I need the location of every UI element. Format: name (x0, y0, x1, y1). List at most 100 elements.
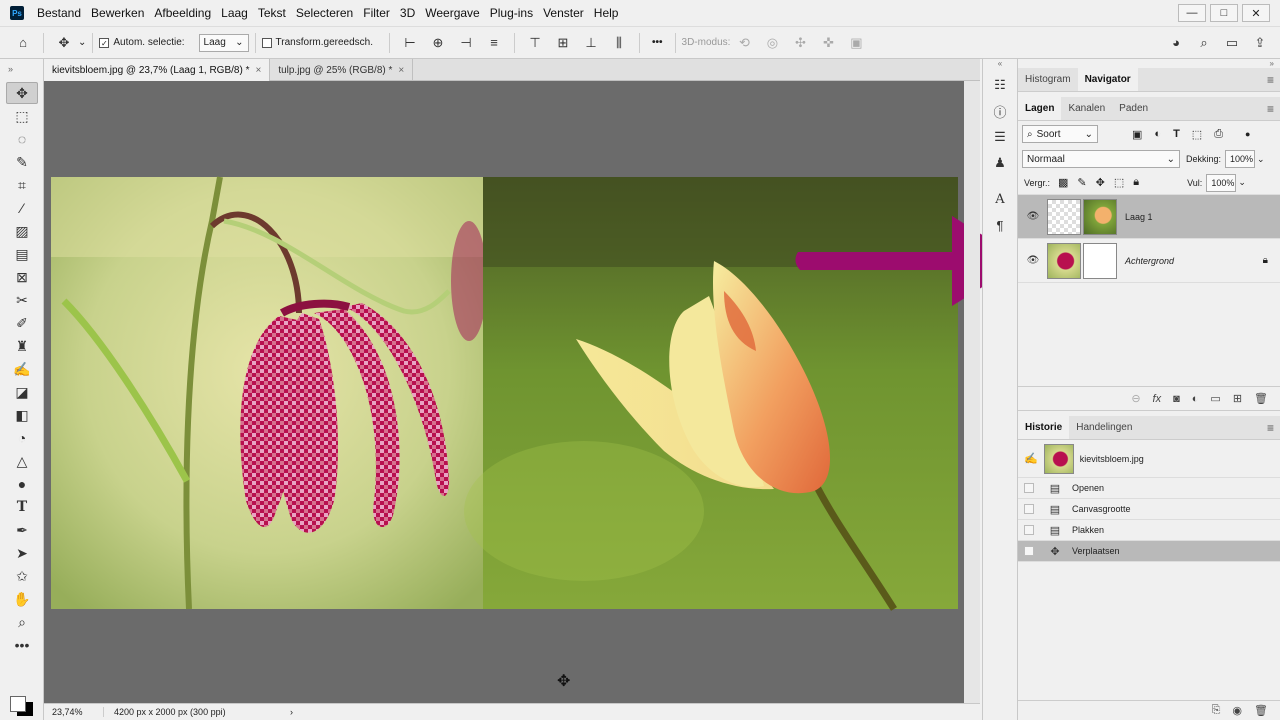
align-left-icon[interactable]: ⊢ (401, 34, 419, 52)
slice-tool-icon[interactable]: ✂ (6, 289, 38, 311)
layer-row-achtergrond[interactable]: 👁︎ Achtergrond 🔒︎ (1018, 239, 1280, 283)
auto-select-dropdown[interactable]: Laag ⌄ (198, 33, 249, 52)
menu-3d[interactable]: 3D (400, 6, 415, 20)
lock-all-icon[interactable]: 🔒︎ (1133, 176, 1139, 189)
tab-historie[interactable]: Historie (1018, 416, 1070, 439)
filter-image-icon[interactable]: ▣ (1132, 128, 1142, 141)
close-tab-icon[interactable]: × (398, 65, 404, 76)
tab-kievitsbloem[interactable]: kievitsbloem.jpg @ 23,7% (Laag 1, RGB/8)… (44, 59, 271, 81)
share-user-icon[interactable]: ◕ (1167, 34, 1185, 52)
maximize-button[interactable]: □ (1210, 4, 1238, 22)
history-state-verplaatsen[interactable]: ✥ Verplaatsen (1018, 541, 1280, 562)
panel-menu-icon[interactable]: ≡ (1267, 97, 1280, 120)
tab-tulp[interactable]: tulp.jpg @ 25% (RGB/8) * × (270, 59, 414, 81)
character-icon[interactable]: A (987, 187, 1013, 211)
collapse-icon[interactable]: » (0, 59, 43, 81)
quick-select-tool-icon[interactable]: ✎ (6, 151, 38, 173)
snapshot-camera-icon[interactable]: ◉ (1232, 704, 1242, 717)
filter-toggle-icon[interactable]: ● (1245, 129, 1250, 139)
paragraph-icon[interactable]: ¶ (987, 213, 1013, 237)
menu-selecteren[interactable]: Selecteren (296, 6, 353, 20)
minimize-button[interactable]: — (1178, 4, 1206, 22)
history-brush-source-icon[interactable]: ✍ (1024, 452, 1038, 465)
history-state-plakken[interactable]: ▤ Plakken (1018, 520, 1280, 541)
history-source-checkbox[interactable] (1024, 504, 1034, 514)
folder-icon[interactable]: ▭ (1210, 392, 1220, 405)
lasso-tool-icon[interactable]: ◌ (6, 128, 38, 150)
menu-filter[interactable]: Filter (363, 6, 390, 20)
filter-type-icon[interactable]: T (1173, 128, 1180, 140)
menu-help[interactable]: Help (594, 6, 619, 20)
menu-bestand[interactable]: Bestand (37, 6, 81, 20)
info-icon[interactable]: ⓘ (987, 99, 1013, 123)
marquee-tool-icon[interactable]: ⬚ (6, 105, 38, 127)
tab-handelingen[interactable]: Handelingen (1069, 416, 1139, 439)
share-icon[interactable]: ⇪ (1251, 34, 1269, 52)
opacity-input[interactable]: 100% (1225, 150, 1256, 168)
home-icon[interactable]: ⌂ (14, 34, 32, 52)
align-bottom-icon[interactable]: ⊥ (582, 34, 600, 52)
filter-shape-icon[interactable]: ⬚ (1192, 128, 1202, 141)
libraries-icon[interactable]: ♟ (987, 151, 1013, 175)
history-snapshot-row[interactable]: ✍ kievitsbloem.jpg (1018, 440, 1280, 478)
roll-3d-icon[interactable]: ◎ (763, 34, 781, 52)
lock-artboard-icon[interactable]: ⬚ (1114, 176, 1124, 189)
new-document-from-state-icon[interactable]: ⎘ (1212, 704, 1221, 717)
stamp-tool-icon[interactable]: ♜ (6, 335, 38, 357)
lock-pixels-icon[interactable]: ✎ (1077, 176, 1086, 189)
align-top-icon[interactable]: ⊤ (526, 34, 544, 52)
panel-menu-icon[interactable]: ≡ (1267, 416, 1280, 439)
hand-tool-icon[interactable]: ✋ (6, 588, 38, 610)
trash-icon[interactable]: 🗑︎ (1254, 392, 1268, 405)
slide-3d-icon[interactable]: ✜ (819, 34, 837, 52)
fill-input[interactable]: 100% (1206, 173, 1237, 192)
path-select-tool-icon[interactable]: ➤ (6, 542, 38, 564)
color-swatches[interactable] (8, 690, 38, 716)
lock-transparency-icon[interactable]: ▩ (1058, 176, 1068, 189)
collapse-icon[interactable]: « (983, 59, 1017, 71)
blend-mode-dropdown[interactable]: Normaal ⌄ (1022, 150, 1180, 168)
frame-tool-icon[interactable]: ⊠ (6, 266, 38, 288)
align-center-icon[interactable]: ⊕ (429, 34, 447, 52)
collapse-panels-icon[interactable]: » (1018, 59, 1280, 68)
distribute-icon[interactable]: ≡ (485, 34, 503, 52)
adjustment-icon[interactable]: ◐ (1192, 393, 1199, 405)
zoom-level[interactable]: 23,74% (44, 707, 104, 717)
lock-position-icon[interactable]: ✥ (1096, 176, 1105, 189)
eyedropper-tool-icon[interactable]: ⁄ (6, 197, 38, 219)
menu-weergave[interactable]: Weergave (425, 6, 479, 20)
document-canvas[interactable] (44, 81, 964, 703)
move-tool-preset-icon[interactable]: ✥ (55, 34, 73, 52)
auto-select-checkbox[interactable]: ✓ (99, 37, 110, 48)
eraser-tool-icon[interactable]: ◪ (6, 381, 38, 403)
menu-afbeelding[interactable]: Afbeelding (154, 6, 211, 20)
tab-lagen[interactable]: Lagen (1018, 97, 1062, 120)
filter-adjustment-icon[interactable]: ◐ (1154, 128, 1161, 140)
foreground-color-swatch[interactable] (10, 696, 26, 712)
tab-navigator[interactable]: Navigator (1077, 68, 1138, 91)
dodge-tool-icon[interactable]: ● (6, 473, 38, 495)
shape-tool-icon[interactable]: ✩ (6, 565, 38, 587)
vertical-scrollbar[interactable] (964, 81, 980, 703)
move-tool-icon[interactable]: ✥ (6, 82, 38, 104)
pan-3d-icon[interactable]: ✣ (791, 34, 809, 52)
align-right-icon[interactable]: ⊣ (457, 34, 475, 52)
menu-plugins[interactable]: Plug-ins (490, 6, 533, 20)
canvas-area[interactable]: ✥ (44, 81, 1024, 703)
tab-paden[interactable]: Paden (1112, 97, 1155, 120)
chevron-down-icon[interactable]: ⌄ (1238, 177, 1246, 188)
filter-smart-object-icon[interactable]: ⎙ (1214, 128, 1223, 141)
adjustments-icon[interactable]: ☷ (987, 73, 1013, 97)
close-window-button[interactable]: ✕ (1242, 4, 1270, 22)
crop-tool-icon[interactable]: ⌗ (6, 174, 38, 196)
orbit-3d-icon[interactable]: ⟲ (735, 34, 753, 52)
history-source-checkbox[interactable] (1024, 546, 1034, 556)
history-state-openen[interactable]: ▤ Openen (1018, 478, 1280, 499)
fx-icon[interactable]: fx (1153, 393, 1162, 405)
sharpen-tool-icon[interactable]: △ (6, 450, 38, 472)
tab-kanalen[interactable]: Kanalen (1061, 97, 1112, 120)
panel-menu-icon[interactable]: ≡ (1267, 68, 1280, 91)
menu-laag[interactable]: Laag (221, 6, 248, 20)
menu-venster[interactable]: Venster (543, 6, 584, 20)
search-icon[interactable]: ⌕ (1195, 34, 1213, 52)
